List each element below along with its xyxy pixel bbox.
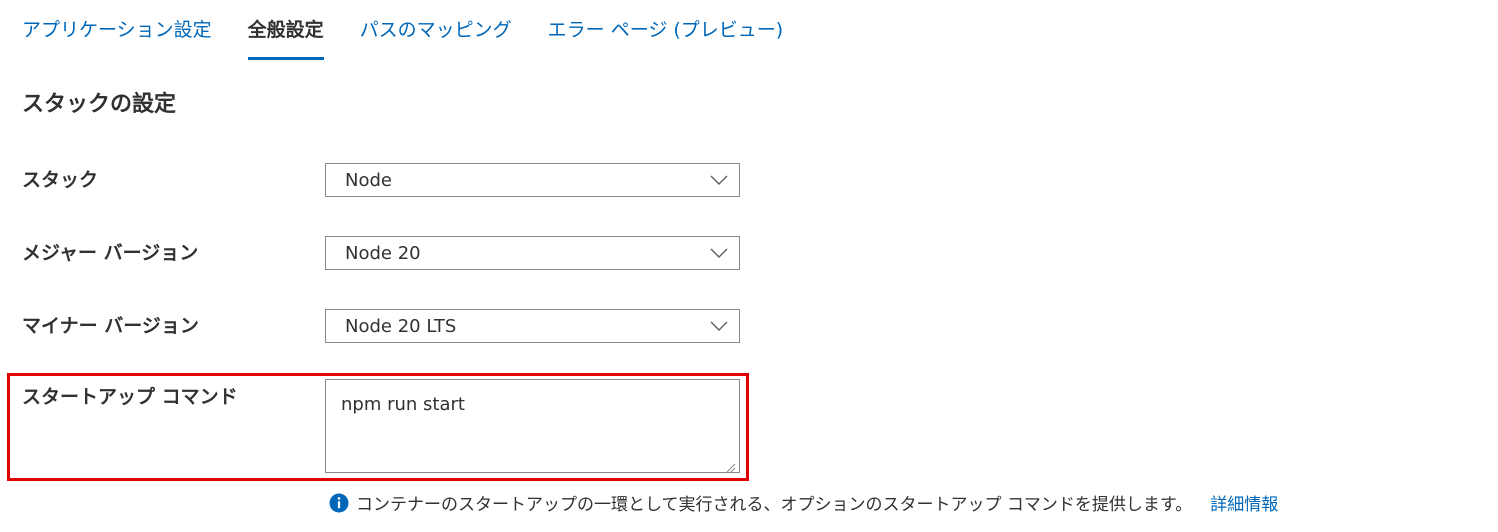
stack-dropdown-value: Node bbox=[345, 169, 392, 191]
tab-path-mappings[interactable]: パスのマッピング bbox=[360, 0, 512, 62]
stack-dropdown[interactable]: Node bbox=[325, 163, 740, 197]
section-title: スタックの設定 bbox=[22, 92, 177, 117]
startup-command-label: スタートアップ コマンド bbox=[22, 386, 238, 408]
resize-grip-icon[interactable] bbox=[724, 457, 736, 473]
info-text: コンテナーのスタートアップの一環として実行される、オプションのスタートアップ コ… bbox=[356, 495, 1193, 515]
chevron-down-icon bbox=[699, 237, 739, 269]
major-version-dropdown[interactable]: Node 20 bbox=[325, 236, 740, 270]
tab-application-settings[interactable]: アプリケーション設定 bbox=[22, 0, 212, 62]
info-line: コンテナーのスタートアップの一環として実行される、オプションのスタートアップ コ… bbox=[329, 490, 1278, 515]
stack-label: スタック bbox=[22, 169, 99, 191]
minor-version-dropdown[interactable]: Node 20 LTS bbox=[325, 309, 740, 343]
major-version-dropdown-value: Node 20 bbox=[345, 242, 421, 264]
chevron-down-icon bbox=[699, 164, 739, 196]
major-version-label: メジャー バージョン bbox=[22, 242, 199, 264]
minor-version-dropdown-value: Node 20 LTS bbox=[345, 315, 457, 337]
chevron-down-icon bbox=[699, 310, 739, 342]
tab-general-settings[interactable]: 全般設定 bbox=[247, 0, 324, 62]
learn-more-link[interactable]: 詳細情報 bbox=[1210, 490, 1278, 515]
tab-error-pages[interactable]: エラー ページ (プレビュー) bbox=[548, 0, 784, 62]
tab-bar: アプリケーション設定 全般設定 パスのマッピング エラー ページ (プレビュー) bbox=[22, 0, 783, 62]
startup-command-textarea[interactable]: npm run start bbox=[325, 379, 740, 473]
minor-version-label: マイナー バージョン bbox=[22, 315, 199, 337]
startup-command-value: npm run start bbox=[341, 394, 465, 415]
info-icon bbox=[329, 493, 349, 513]
